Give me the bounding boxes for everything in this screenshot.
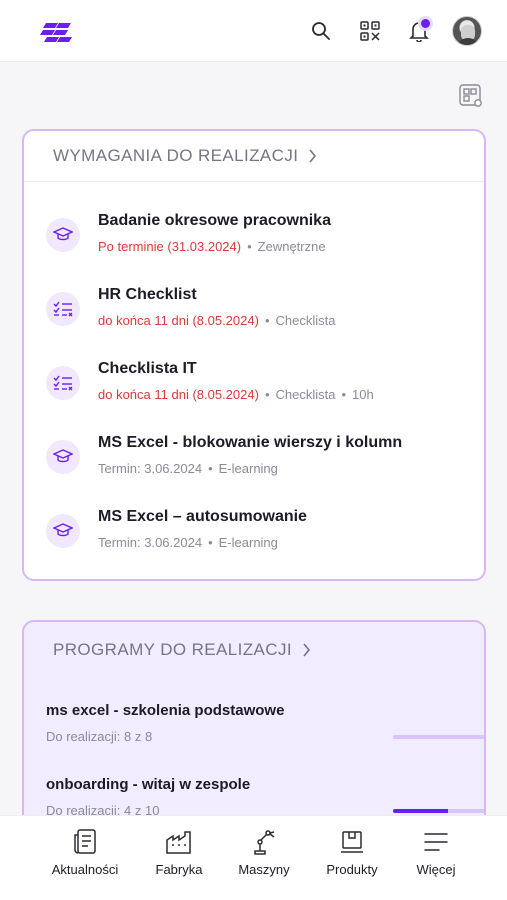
programs-header[interactable]: PROGRAMY DO REALIZACJI <box>24 622 484 678</box>
nav-label: Maszyny <box>238 862 290 877</box>
nav-label: Więcej <box>416 862 456 877</box>
graduation-cap-icon <box>46 514 80 548</box>
graduation-cap-icon <box>46 218 80 252</box>
programs-title: PROGRAMY DO REALIZACJI <box>53 640 292 659</box>
program-title: onboarding - witaj w zespole <box>46 776 251 793</box>
factory-icon <box>165 828 193 856</box>
nav-item-fabryka[interactable]: Fabryka <box>134 828 224 877</box>
top-bar <box>0 0 507 62</box>
dashboard-settings-icon[interactable] <box>457 82 485 110</box>
requirements-header[interactable]: WYMAGANIA DO REALIZACJI <box>24 131 484 182</box>
requirement-item[interactable]: MS Excel – autosumowanie Termin: 3.06.20… <box>46 508 484 568</box>
requirement-title: HR Checklist <box>98 286 197 303</box>
requirement-item[interactable]: HR Checklist do końca 11 dni (8.05.2024)… <box>46 286 484 346</box>
avatar[interactable] <box>452 16 482 46</box>
requirement-item[interactable]: MS Excel - blokowanie wierszy i kolumn T… <box>46 434 484 494</box>
nav-label: Fabryka <box>155 862 203 877</box>
qr-code-icon[interactable] <box>356 17 384 45</box>
program-remaining: Do realizacji: 8 z 8 <box>46 729 153 744</box>
program-title: ms excel - szkolenia podstawowe <box>46 702 285 719</box>
nav-item-aktualnosci[interactable]: Aktualności <box>40 828 130 877</box>
requirement-meta: Termin: 3.06.2024 • E-learning <box>98 535 278 550</box>
requirement-item[interactable]: Badanie okresowe pracownika Po terminie … <box>46 212 484 272</box>
requirement-title: Checklista IT <box>98 360 197 377</box>
checklist-icon <box>46 292 80 326</box>
requirement-meta: Po terminie (31.03.2024) • Zewnętrzne <box>98 239 326 254</box>
menu-icon <box>422 828 450 856</box>
nav-item-produkty[interactable]: Produkty <box>307 828 397 877</box>
bottom-navigation: Aktualności Fabryka Maszyny Produkty Wię… <box>0 815 507 900</box>
programs-card: PROGRAMY DO REALIZACJI ms excel - szkole… <box>22 620 486 830</box>
requirement-item[interactable]: Checklista IT do końca 11 dni (8.05.2024… <box>46 360 484 420</box>
requirement-meta: do końca 11 dni (8.05.2024) • Checklista • 1… <box>98 387 374 402</box>
chevron-right-icon <box>303 643 311 657</box>
notification-dot <box>421 19 430 28</box>
news-icon <box>71 828 99 856</box>
requirement-title: MS Excel – autosumowanie <box>98 508 307 525</box>
nav-item-maszyny[interactable]: Maszyny <box>219 828 309 877</box>
progress-bar <box>393 735 484 739</box>
checklist-icon <box>46 366 80 400</box>
requirement-title: MS Excel - blokowanie wierszy i kolumn <box>98 434 403 451</box>
nav-label: Aktualności <box>51 862 119 877</box>
requirements-title: WYMAGANIA DO REALIZACJI <box>53 146 299 165</box>
requirement-title: Badanie okresowe pracownika <box>98 212 331 229</box>
requirement-meta: do końca 11 dni (8.05.2024) • Checklista <box>98 313 336 328</box>
graduation-cap-icon <box>46 440 80 474</box>
robot-arm-icon <box>250 828 278 856</box>
chevron-right-icon <box>309 149 317 163</box>
search-icon[interactable] <box>307 17 335 45</box>
requirement-meta: Termin: 3.06.2024 • E-learning <box>98 461 278 476</box>
requirements-card: WYMAGANIA DO REALIZACJI Badanie okresowe… <box>22 129 486 581</box>
logo-icon[interactable] <box>40 20 74 44</box>
nav-label: Produkty <box>326 862 378 877</box>
progress-bar <box>393 809 484 813</box>
nav-item-wiecej[interactable]: Więcej <box>391 828 481 877</box>
program-item[interactable]: ms excel - szkolenia podstawowe Do reali… <box>46 702 484 754</box>
box-icon <box>338 828 366 856</box>
